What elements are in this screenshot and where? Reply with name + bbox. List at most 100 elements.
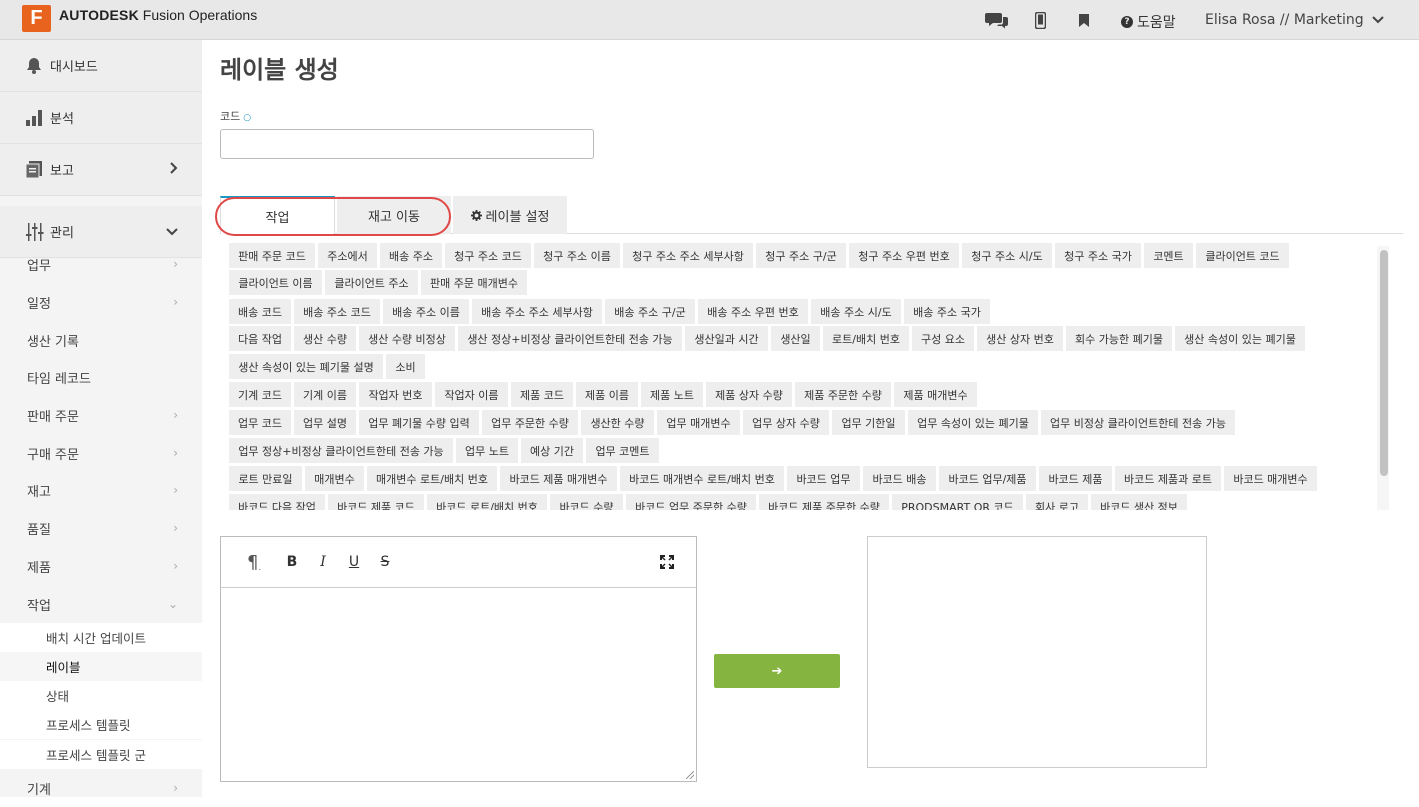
sidebar-item-reports[interactable]: 보고 [0,144,202,196]
placeholder-tag[interactable]: 생산일 [771,326,820,351]
placeholder-tag[interactable]: PRODSMART QR 코드 [892,494,1023,510]
placeholder-tag[interactable]: 바코드 제품과 로트 [1115,466,1221,491]
placeholder-tag[interactable]: 클라이언트 코드 [1196,243,1289,268]
placeholder-tag[interactable]: 예상 기간 [521,438,583,463]
placeholder-tag[interactable]: 배송 주소 시/도 [811,299,901,324]
placeholder-tag[interactable]: 업무 상자 수량 [743,410,829,435]
underline-button[interactable]: U [345,551,363,573]
user-menu[interactable]: Elisa Rosa // Marketing [1205,12,1384,28]
placeholder-tag[interactable]: 생산일과 시간 [685,326,768,351]
placeholder-tag[interactable]: 생산 속성이 있는 폐기물 [1175,326,1305,351]
placeholder-tag[interactable]: 청구 주소 시/도 [962,243,1052,268]
placeholder-tag[interactable]: 업무 속성이 있는 폐기물 [908,410,1038,435]
placeholder-tag[interactable]: 청구 주소 우편 번호 [849,243,959,268]
placeholder-tag[interactable]: 코멘트 [1144,243,1193,268]
sidebar-item-tasks[interactable]: 업무 › [0,245,202,283]
placeholder-tag[interactable]: 기계 코드 [229,382,291,407]
sidebar-item-purchase-orders[interactable]: 구매 주문 › [0,434,202,472]
sidebar-item-sales-orders[interactable]: 판매 주문 › [0,396,202,434]
sidebar-item-analysis[interactable]: 분석 [0,92,202,144]
chat-icon[interactable] [985,10,1009,30]
placeholder-tag[interactable]: 업무 노트 [456,438,518,463]
placeholder-tag[interactable]: 바코드 제품 코드 [328,494,424,510]
render-preview-button[interactable]: ➔ [714,654,840,688]
placeholder-tag[interactable]: 클라이언트 주소 [325,270,418,295]
sidebar-item-inventory[interactable]: 재고 › [0,471,202,509]
sidebar-sub-labels[interactable]: 레이블 [0,652,202,681]
italic-button[interactable]: I [314,551,332,573]
placeholder-tag[interactable]: 업무 폐기물 수량 입력 [359,410,479,435]
sidebar-sub-status[interactable]: 상태 [0,681,202,710]
placeholder-tag[interactable]: 제품 주문한 수량 [795,382,891,407]
placeholder-tag[interactable]: 로트/배치 번호 [823,326,909,351]
mobile-icon[interactable] [1035,10,1046,30]
placeholder-tag[interactable]: 업무 주문한 수량 [482,410,578,435]
tab-stock-movement[interactable]: 재고 이동 [337,196,451,234]
placeholder-tag[interactable]: 생산 수량 [294,326,356,351]
sidebar-item-jobs[interactable]: 작업 ⌄ [0,585,202,623]
placeholder-tag[interactable]: 제품 상자 수량 [706,382,792,407]
placeholder-tag[interactable]: 매개변수 [305,466,364,491]
placeholder-tag[interactable]: 클라이언트 이름 [229,270,322,295]
bookmark-icon[interactable] [1079,10,1089,30]
placeholder-tag[interactable]: 주소에서 [318,243,377,268]
tag-list-scrollbar-thumb[interactable] [1380,250,1388,476]
placeholder-tag[interactable]: 바코드 제품 [1039,466,1112,491]
sidebar-item-machines[interactable]: 기계 › [0,769,202,807]
placeholder-tag[interactable]: 업무 코드 [229,410,291,435]
sidebar-item-schedule[interactable]: 일정 › [0,283,202,321]
paragraph-icon[interactable]: ¶. [241,551,267,573]
placeholder-tag[interactable]: 청구 주소 구/군 [756,243,846,268]
placeholder-tag[interactable]: 업무 코멘트 [586,438,659,463]
placeholder-tag[interactable]: 바코드 매개변수 로트/배치 번호 [620,466,784,491]
placeholder-tag[interactable]: 로트 만료일 [229,466,302,491]
placeholder-tag[interactable]: 바코드 로트/배치 번호 [427,494,547,510]
placeholder-tag[interactable]: 배송 주소 우편 번호 [698,299,808,324]
strikethrough-button[interactable]: S [376,551,394,573]
placeholder-tag[interactable]: 배송 주소 코드 [294,299,380,324]
placeholder-tag[interactable]: 업무 비정상 클라이언트한테 전송 가능 [1041,410,1235,435]
sidebar-item-quality[interactable]: 품질 › [0,509,202,547]
label-editor[interactable]: ¶. B I U S [220,536,697,782]
placeholder-tag[interactable]: 작업자 번호 [359,382,432,407]
placeholder-tag[interactable]: 판매 주문 매개변수 [421,270,527,295]
placeholder-tag[interactable]: 바코드 업무 [787,466,860,491]
placeholder-tag[interactable]: 생산 수량 비정상 [359,326,455,351]
placeholder-tag[interactable]: 판매 주문 코드 [229,243,315,268]
fullscreen-icon[interactable] [658,551,676,573]
placeholder-tag[interactable]: 바코드 다음 작업 [229,494,325,510]
placeholder-tag[interactable]: 배송 코드 [229,299,291,324]
placeholder-tag[interactable]: 구성 요소 [912,326,974,351]
placeholder-tag[interactable]: 기계 이름 [294,382,356,407]
placeholder-tag[interactable]: 제품 이름 [576,382,638,407]
placeholder-tag[interactable]: 제품 매개변수 [894,382,977,407]
placeholder-tag[interactable]: 제품 코드 [511,382,573,407]
sidebar-item-production-records[interactable]: 생산 기록 [0,321,202,359]
placeholder-tag[interactable]: 배송 주소 [380,243,442,268]
tab-jobs[interactable]: 작업 [220,196,335,234]
placeholder-tag[interactable]: 바코드 제품 매개변수 [500,466,617,491]
placeholder-tag[interactable]: 업무 기한일 [832,410,905,435]
placeholder-tag[interactable]: 바코드 매개변수 [1224,466,1317,491]
sidebar-sub-process-template-groups[interactable]: 프로세스 템플릿 군 [0,740,202,769]
sidebar-item-products[interactable]: 제품 › [0,547,202,585]
placeholder-tag[interactable]: 업무 정상+비정상 클라이언트한테 전송 가능 [229,438,453,463]
placeholder-tag[interactable]: 회수 가능한 폐기물 [1066,326,1172,351]
placeholder-tag[interactable]: 소비 [386,354,425,379]
placeholder-tag[interactable]: 작업자 이름 [435,382,508,407]
code-input[interactable] [220,129,594,159]
placeholder-tag[interactable]: 다음 작업 [229,326,291,351]
placeholder-tag[interactable]: 바코드 업무 주문한 수량 [626,494,756,510]
placeholder-tag[interactable]: 배송 주소 국가 [904,299,990,324]
sidebar-item-time-records[interactable]: 타임 레코드 [0,358,202,396]
placeholder-tag[interactable]: 청구 주소 이름 [534,243,620,268]
placeholder-tag[interactable]: 청구 주소 코드 [445,243,531,268]
placeholder-tag[interactable]: 바코드 수량 [550,494,623,510]
placeholder-tag[interactable]: 생산 상자 번호 [977,326,1063,351]
placeholder-tag[interactable]: 바코드 제품 주문한 수량 [759,494,889,510]
placeholder-tag[interactable]: 배송 주소 구/군 [605,299,695,324]
placeholder-tag[interactable]: 생산 속성이 있는 폐기물 설명 [229,354,383,379]
placeholder-tag[interactable]: 청구 주소 국가 [1055,243,1141,268]
placeholder-tag[interactable]: 바코드 업무/제품 [939,466,1036,491]
sidebar-item-dashboard[interactable]: 대시보드 [0,40,202,92]
